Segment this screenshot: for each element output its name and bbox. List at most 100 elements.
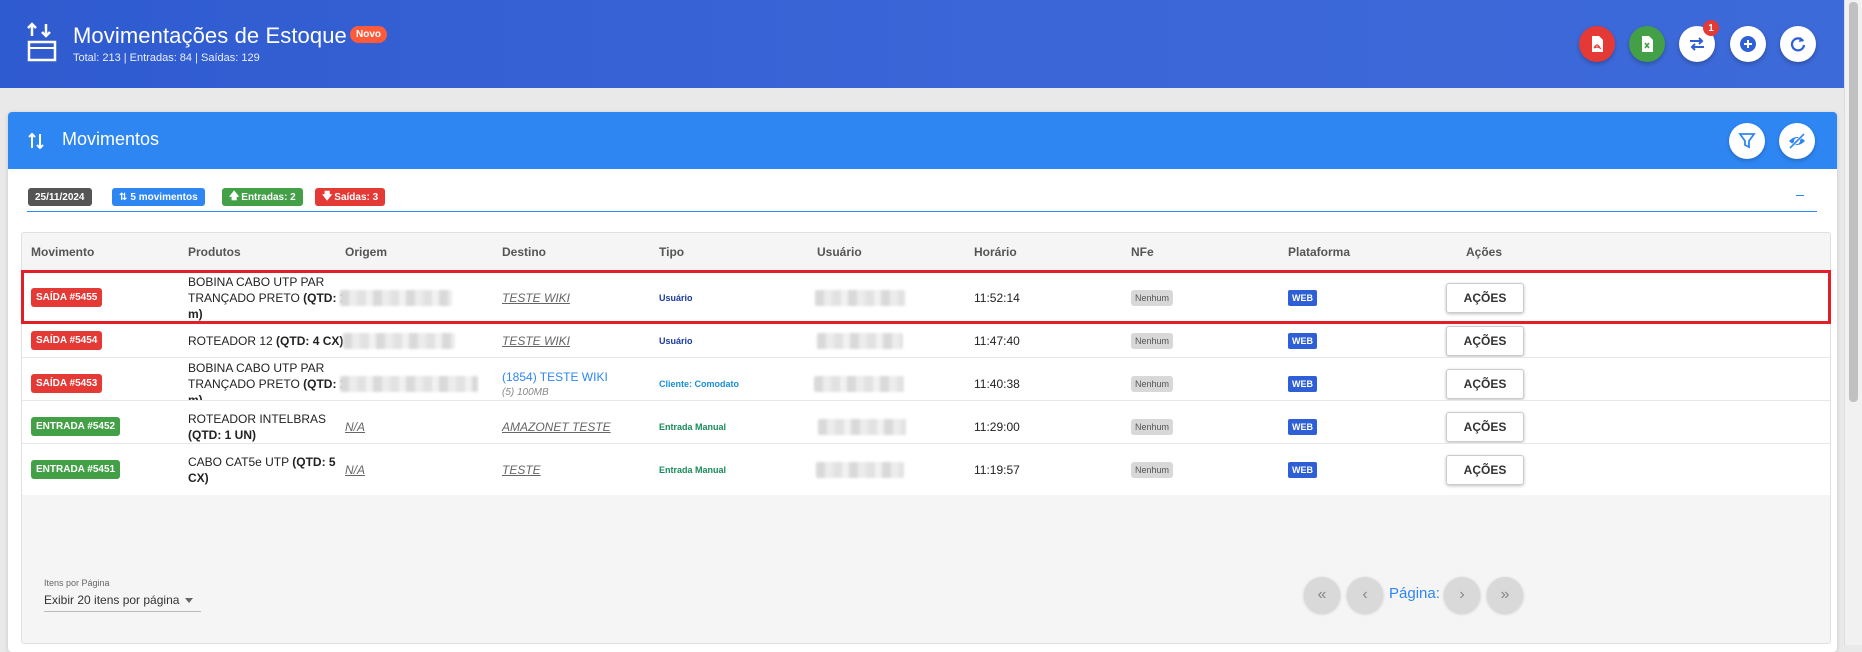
- origin-na: N/A: [345, 419, 366, 434]
- column-header-origem[interactable]: Origem: [345, 245, 387, 259]
- page-indicator: Página: 1: [1389, 585, 1453, 602]
- column-header-plataforma[interactable]: Plataforma: [1288, 245, 1350, 259]
- filter-button[interactable]: [1729, 123, 1765, 159]
- actions-button[interactable]: AÇÕES: [1446, 411, 1524, 442]
- eye-off-icon: [1788, 132, 1806, 150]
- destination-block: (1854) TESTE WIKI (5) 100MB: [502, 370, 608, 398]
- product-cell: CABO CAT5e UTP (QTD: 5 CX): [188, 454, 336, 485]
- prev-page-button[interactable]: ‹: [1347, 577, 1383, 613]
- export-excel-button[interactable]: [1629, 26, 1665, 62]
- next-page-button[interactable]: ›: [1444, 577, 1480, 613]
- destination-link[interactable]: TESTE WIKI: [502, 291, 570, 305]
- dropdown-caret-icon: [185, 598, 193, 603]
- user-redacted: [814, 375, 904, 392]
- plus-circle-icon: [1740, 36, 1756, 52]
- add-movement-button[interactable]: [1730, 26, 1766, 62]
- refresh-button[interactable]: [1780, 26, 1816, 62]
- swap-vertical-icon: [28, 132, 44, 150]
- last-page-button[interactable]: »: [1487, 577, 1523, 613]
- product-cell: ROTEADOR INTELBRAS (QTD: 1 UN): [188, 411, 327, 442]
- actions-button[interactable]: AÇÕES: [1446, 282, 1524, 313]
- platform-badge: WEB: [1288, 332, 1317, 349]
- nfe-badge: Nenhum: [1131, 375, 1174, 392]
- pdf-icon: [1592, 36, 1603, 52]
- hide-columns-button[interactable]: [1779, 123, 1815, 159]
- page-title: Movimentações de Estoque: [73, 23, 347, 48]
- table-row[interactable]: SAÍDA #5455 BOBINA CABO UTP PAR TRANÇADO…: [21, 270, 1831, 324]
- movement-badge: SAÍDA #5454: [31, 331, 103, 350]
- actions-button[interactable]: AÇÕES: [1446, 368, 1524, 399]
- page-header: Movimentações de Estoque Novo Total: 213…: [0, 0, 1845, 88]
- column-header-destino[interactable]: Destino: [502, 245, 546, 259]
- movement-badge: SAÍDA #5453: [31, 374, 103, 393]
- transfer-count-badge: 1: [1703, 20, 1719, 36]
- platform-badge: WEB: [1288, 375, 1317, 392]
- column-header-tipo[interactable]: Tipo: [659, 245, 684, 259]
- destination-plan: (5) 100MB: [502, 386, 549, 398]
- destination-link[interactable]: TESTE WIKI: [502, 334, 570, 348]
- new-badge: Novo: [350, 26, 387, 43]
- column-header-movimento[interactable]: Movimento: [31, 245, 94, 259]
- table-row[interactable]: ENTRADA #5451 CABO CAT5e UTP (QTD: 5 CX)…: [22, 443, 1830, 495]
- product-cell: BOBINA CABO UTP PAR TRANÇADO PRETO (QTD:…: [188, 274, 354, 321]
- refresh-icon: [1790, 37, 1806, 52]
- movements-card: Movimentos 25/11/2024 ⇅ 5 movimentos 🡅 E…: [8, 112, 1837, 652]
- transfer-icon: [1690, 37, 1704, 51]
- double-chevron-left-icon: «: [1317, 586, 1327, 603]
- origin-redacted: [343, 332, 455, 349]
- destination-link[interactable]: TESTE: [502, 463, 541, 477]
- first-page-button[interactable]: «: [1304, 577, 1340, 613]
- entradas-chip: 🡅 Entradas: 2: [222, 188, 303, 206]
- origin-redacted: [340, 375, 478, 392]
- card-title: Movimentos: [62, 129, 160, 149]
- swap-vertical-icon: ⇅: [119, 191, 128, 203]
- items-per-page-value: Exibir 20 itens por página: [44, 593, 180, 607]
- column-header-produtos[interactable]: Produtos: [188, 245, 241, 259]
- saidas-chip: 🡇 Saídas: 3: [315, 188, 386, 206]
- actions-button[interactable]: AÇÕES: [1446, 454, 1524, 485]
- nfe-badge: Nenhum: [1131, 289, 1174, 306]
- user-redacted: [818, 418, 906, 435]
- items-per-page-label: Itens por Página: [44, 578, 110, 588]
- transfer-button[interactable]: 1: [1679, 20, 1719, 62]
- platform-badge: WEB: [1288, 461, 1317, 478]
- actions-button[interactable]: AÇÕES: [1446, 325, 1524, 356]
- platform-badge: WEB: [1288, 289, 1317, 306]
- column-header-nfe[interactable]: NFe: [1131, 245, 1154, 259]
- arrow-down-icon: 🡇: [322, 190, 333, 202]
- time-value: 11:52:14: [974, 290, 1020, 305]
- user-redacted: [817, 332, 903, 349]
- stock-movement-icon: [27, 22, 57, 62]
- entradas-label: Entradas: 2: [241, 191, 296, 203]
- nfe-badge: Nenhum: [1131, 418, 1174, 435]
- export-pdf-button[interactable]: [1579, 26, 1615, 62]
- arrow-up-icon: 🡅: [229, 190, 240, 202]
- product-cell: ROTEADOR 12 (QTD: 4 CX): [188, 333, 344, 348]
- time-value: 11:19:57: [974, 462, 1020, 477]
- divider: [27, 211, 1817, 212]
- user-redacted: [815, 289, 905, 306]
- items-per-page-select[interactable]: Exibir 20 itens por página: [44, 593, 201, 612]
- table-header: Movimento Produtos Origem Destino Tipo U…: [22, 233, 1830, 271]
- time-value: 11:29:00: [974, 419, 1020, 434]
- destination-link[interactable]: AMAZONET TESTE: [502, 420, 611, 434]
- type-label: Entrada Manual: [659, 464, 727, 475]
- vertical-scrollbar[interactable]: [1844, 0, 1862, 645]
- movements-count-label: 5 movimentos: [130, 191, 198, 203]
- movement-badge: ENTRADA #5452: [31, 417, 121, 436]
- collapse-toggle[interactable]: [1796, 195, 1804, 196]
- time-value: 11:40:38: [974, 376, 1020, 391]
- column-header-horario[interactable]: Horário: [974, 245, 1017, 259]
- platform-badge: WEB: [1288, 418, 1317, 435]
- column-header-usuario[interactable]: Usuário: [817, 245, 862, 259]
- filter-icon: [1738, 133, 1756, 149]
- double-chevron-right-icon: »: [1500, 586, 1510, 603]
- type-label: Usuário: [659, 335, 693, 346]
- origin-na: N/A: [345, 462, 366, 477]
- type-label: Entrada Manual: [659, 421, 727, 432]
- movements-table-panel: Movimento Produtos Origem Destino Tipo U…: [21, 232, 1831, 644]
- destination-client-link[interactable]: (1854) TESTE WIKI: [502, 370, 608, 384]
- chevron-right-icon: ›: [1459, 586, 1465, 603]
- saidas-label: Saídas: 3: [334, 191, 379, 203]
- nfe-badge: Nenhum: [1131, 332, 1174, 349]
